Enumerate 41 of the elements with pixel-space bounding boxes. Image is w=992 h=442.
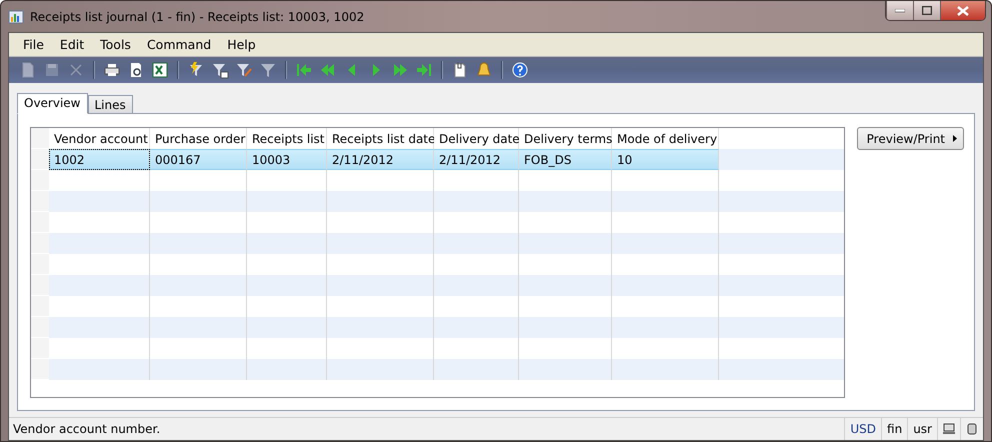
table-cell: 1002 — [49, 149, 150, 170]
print-icon[interactable] — [103, 61, 121, 79]
database-icon[interactable] — [966, 423, 978, 435]
close-button[interactable] — [940, 1, 985, 20]
first-record-icon[interactable] — [295, 61, 313, 79]
column-header[interactable]: Delivery date — [434, 128, 519, 149]
tab[interactable]: Lines — [88, 95, 133, 113]
table-cell: 2/11/2012 — [327, 149, 434, 170]
menu-item[interactable]: File — [15, 37, 52, 52]
user-indicator[interactable]: usr — [907, 418, 937, 440]
fast-back-icon[interactable] — [319, 61, 337, 79]
menu-item[interactable]: Tools — [92, 37, 139, 52]
close-icon — [957, 6, 969, 16]
help-icon[interactable] — [511, 61, 529, 79]
filter-icon[interactable] — [187, 61, 205, 79]
app-icon — [8, 8, 24, 24]
status-message: Vendor account number. — [12, 422, 162, 436]
company-indicator[interactable]: fin — [881, 418, 908, 440]
tab[interactable]: Overview — [17, 93, 88, 114]
menu-item[interactable]: Help — [219, 37, 264, 52]
preview-print-button[interactable]: Preview/Print — [857, 127, 964, 150]
window-title: Receipts list journal (1 - fin) - Receipts list: 10003, 1002 — [30, 10, 366, 24]
menu-item[interactable]: Edit — [52, 37, 92, 52]
table-cell: 000167 — [150, 149, 247, 170]
spreadsheet-icon[interactable] — [151, 61, 169, 79]
last-record-icon[interactable] — [415, 61, 433, 79]
minimize-button[interactable] — [886, 1, 913, 20]
table-cell: FOB_DS — [519, 149, 612, 170]
table-cell: 2/11/2012 — [434, 149, 519, 170]
maximize-button[interactable] — [913, 1, 940, 20]
menu-item[interactable]: Command — [138, 37, 220, 52]
table-cell: 10003 — [247, 149, 327, 170]
maximize-icon — [922, 6, 932, 15]
currency-indicator[interactable]: USD — [844, 418, 882, 440]
filter-icon[interactable] — [211, 61, 229, 79]
computer-icon[interactable] — [943, 423, 955, 435]
table-cell: 10 — [612, 149, 719, 170]
minimize-icon — [895, 8, 905, 12]
caret-icon — [953, 135, 957, 142]
filter-icon[interactable] — [235, 61, 253, 79]
fast-forward-icon[interactable] — [391, 61, 409, 79]
